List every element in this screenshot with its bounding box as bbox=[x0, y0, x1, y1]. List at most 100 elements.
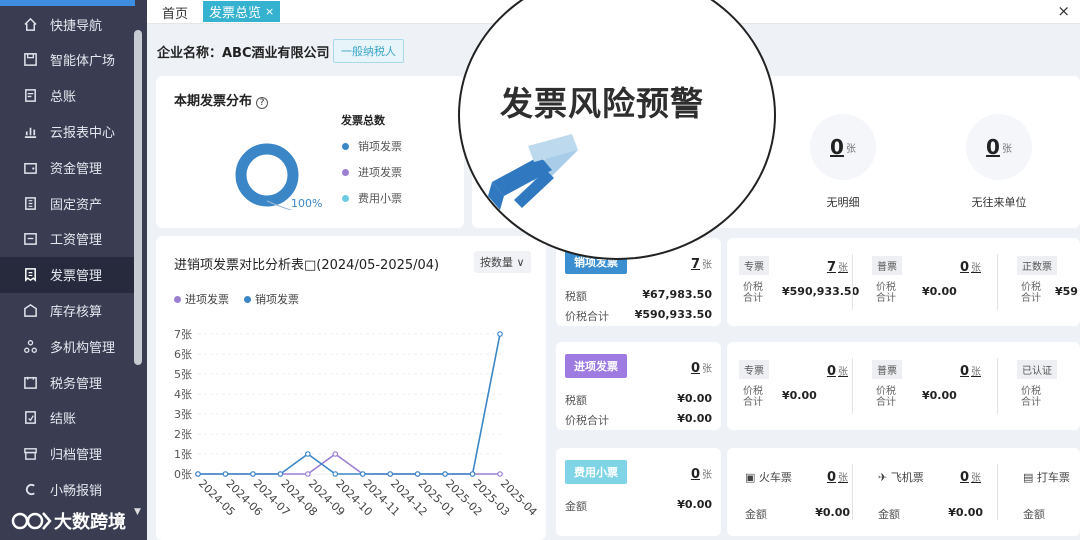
home-icon bbox=[22, 16, 38, 32]
save-icon bbox=[22, 52, 38, 68]
invoice-amount-row: 金额 ¥0.00 bbox=[565, 498, 712, 514]
archive-icon bbox=[22, 446, 38, 462]
sub-type-tag: 专票 bbox=[739, 360, 769, 379]
cell-divider bbox=[997, 358, 998, 414]
ticket-type-label: 打车票 bbox=[1036, 471, 1070, 484]
stat-no-detail[interactable]: 0张 无明细 bbox=[803, 114, 883, 210]
legend-label: 进项发票 bbox=[185, 293, 229, 306]
invoice-count-unit: 张 bbox=[702, 364, 712, 375]
y-tick-label: 2张 bbox=[174, 428, 192, 441]
invoice-detail-cell[interactable]: 正数票 价税合计 ¥59 bbox=[1005, 238, 1080, 326]
sidebar-item[interactable]: 固定资产 bbox=[0, 185, 135, 221]
invoice-detail-card: 专票 价税合计 ¥0.00 0 张普票 价税合计 ¥0.00 0 张已认证 价税合计 bbox=[727, 342, 1080, 430]
sidebar-item[interactable]: 多机构管理 bbox=[0, 328, 135, 364]
sub-type-tag: 专票 bbox=[739, 256, 769, 275]
app: 快捷导航智能体广场总账 云报表中心 资金管理固定资产工资管理发票管理库存核算 多机构管… bbox=[0, 0, 1080, 540]
invoice-detail-cell[interactable]: ▣ 火车票 金额 ¥0.00 0 张 bbox=[727, 448, 860, 536]
window-close-icon[interactable]: × bbox=[1057, 2, 1070, 20]
count-selector-label: 按数量 bbox=[480, 256, 513, 269]
sidebar-item[interactable]: 云报表中心 bbox=[0, 113, 135, 149]
sub-type-count-value: 7 bbox=[826, 260, 836, 275]
series-line bbox=[198, 453, 500, 475]
sidebar-item[interactable]: 快捷导航 bbox=[0, 6, 135, 42]
amount-value: ¥0.00 bbox=[782, 389, 817, 402]
sidebar-item[interactable]: 库存核算 bbox=[0, 292, 135, 328]
invoice-amount-row: 税额 ¥0.00 bbox=[565, 392, 712, 408]
chart-legend-purchase[interactable]: 进项发票 bbox=[174, 291, 229, 307]
data-point bbox=[469, 471, 476, 477]
distribution-title: 本期发票分布? bbox=[174, 90, 269, 109]
sub-type-tag: 普票 bbox=[872, 256, 902, 275]
sidebar-item[interactable]: 税务管理 bbox=[0, 364, 135, 400]
invoice-count[interactable]: 0张 bbox=[691, 360, 712, 376]
stat-label: 无明细 bbox=[826, 196, 860, 209]
count-selector[interactable]: 按数量 ∨ bbox=[474, 251, 531, 273]
data-point bbox=[195, 471, 201, 477]
sidebar-item[interactable]: 归档管理 bbox=[0, 436, 135, 472]
invoice-type-tag[interactable]: 费用小票 bbox=[565, 460, 627, 484]
sidebar-item[interactable]: 发票管理 bbox=[0, 256, 135, 293]
ticket-type: ✈ 飞机票 bbox=[878, 469, 924, 485]
sidebar-item-label: 发票管理 bbox=[50, 269, 103, 285]
cell-divider bbox=[852, 358, 853, 414]
data-point bbox=[222, 471, 229, 477]
sidebar-item-label: 结账 bbox=[50, 412, 77, 428]
building-icon bbox=[22, 195, 38, 211]
chart-legend-sales[interactable]: 销项发票 bbox=[244, 291, 299, 307]
amount-value: ¥0.00 bbox=[948, 506, 983, 519]
stat-no-partner[interactable]: 0张 无往来单位 bbox=[959, 114, 1039, 210]
invoice-detail-cell[interactable]: 已认证 价税合计 bbox=[1005, 342, 1080, 430]
ticket-type: ▣ 火车票 bbox=[745, 469, 792, 485]
cell-divider bbox=[852, 254, 853, 310]
invoice-detail-card: ▣ 火车票 金额 ¥0.00 0 张 ✈ 飞机票 金额 ¥0.00 0 张 ▤ 打车票 金额 bbox=[727, 448, 1080, 536]
sidebar-scrollbar[interactable] bbox=[134, 30, 142, 365]
invoice-type-tag[interactable]: 进项发票 bbox=[565, 354, 627, 378]
legend-dot bbox=[244, 295, 251, 303]
inventory-icon bbox=[22, 302, 38, 318]
amount-value: ¥0.00 bbox=[922, 389, 957, 402]
sidebar-item-label: 固定资产 bbox=[50, 197, 103, 213]
sidebar-item[interactable]: 资金管理 bbox=[0, 149, 135, 185]
cell-divider bbox=[997, 464, 998, 520]
ticket-type: ▤ 打车票 bbox=[1023, 469, 1070, 485]
sub-type-count-unit: 张 bbox=[971, 263, 981, 274]
scroll-down-icon[interactable]: ▼ bbox=[134, 507, 141, 517]
sub-type-tag: 已认证 bbox=[1017, 360, 1057, 379]
invoice-count[interactable]: 7张 bbox=[691, 256, 712, 272]
invoice-detail-cell[interactable]: 普票 价税合计 ¥0.00 0 张 bbox=[860, 238, 993, 326]
invoice-detail-cell[interactable]: ✈ 飞机票 金额 ¥0.00 0 张 bbox=[860, 448, 993, 536]
sub-type-count-unit: 张 bbox=[838, 263, 848, 274]
series-line bbox=[198, 333, 501, 475]
sub-type-tag: 普票 bbox=[872, 360, 902, 379]
tab-invoice-overview-label: 发票总览 bbox=[209, 6, 262, 21]
payroll-icon bbox=[22, 231, 38, 247]
sidebar-item[interactable]: 工资管理 bbox=[0, 221, 135, 257]
sidebar-item-label: 归档管理 bbox=[50, 448, 103, 464]
sidebar-item-label: 智能体广场 bbox=[50, 54, 116, 70]
sidebar-item[interactable]: 小畅报销 bbox=[0, 471, 135, 507]
invoice-count[interactable]: 0张 bbox=[691, 466, 712, 482]
invoice-detail-cell[interactable]: 专票 价税合计 ¥0.00 0 张 bbox=[727, 342, 860, 430]
tab-invoice-overview[interactable]: 发票总览 × bbox=[203, 1, 281, 22]
amount-label: 金额 bbox=[1023, 508, 1045, 521]
sidebar-item[interactable]: 总账 bbox=[0, 78, 135, 114]
invoice-count-value: 7 bbox=[690, 257, 700, 272]
sidebar-item[interactable]: 结账 bbox=[0, 400, 135, 436]
tab-close-icon[interactable]: × bbox=[265, 5, 274, 18]
amount-label: 金额 bbox=[878, 508, 900, 521]
tab-home[interactable]: 首页 bbox=[162, 3, 188, 22]
stat-label: 无往来单位 bbox=[971, 196, 1027, 209]
stat-circle: 0张 bbox=[966, 114, 1032, 180]
distribution-title-text: 本期发票分布 bbox=[174, 94, 253, 109]
invoice-detail-cell[interactable]: 普票 价税合计 ¥0.00 0 张 bbox=[860, 342, 993, 430]
chart-title: 进销项发票对比分析表□(2024/05-2025/04) bbox=[174, 258, 440, 273]
help-icon[interactable]: ? bbox=[256, 97, 269, 109]
invoice-detail-cell[interactable]: 专票 价税合计 ¥590,933.50 7 张 bbox=[727, 238, 860, 326]
sidebar-item[interactable]: 智能体广场 bbox=[0, 42, 135, 78]
sub-type-count-value: 0 bbox=[826, 364, 836, 379]
invoice-count-value: 0 bbox=[690, 361, 700, 376]
invoice-detail-cell[interactable]: ▤ 打车票金额 bbox=[1005, 448, 1080, 536]
invoice-amount-row: 价税合计 ¥0.00 bbox=[565, 412, 712, 428]
invoice-count-value: 0 bbox=[690, 467, 700, 482]
invoice-icon bbox=[22, 267, 38, 283]
